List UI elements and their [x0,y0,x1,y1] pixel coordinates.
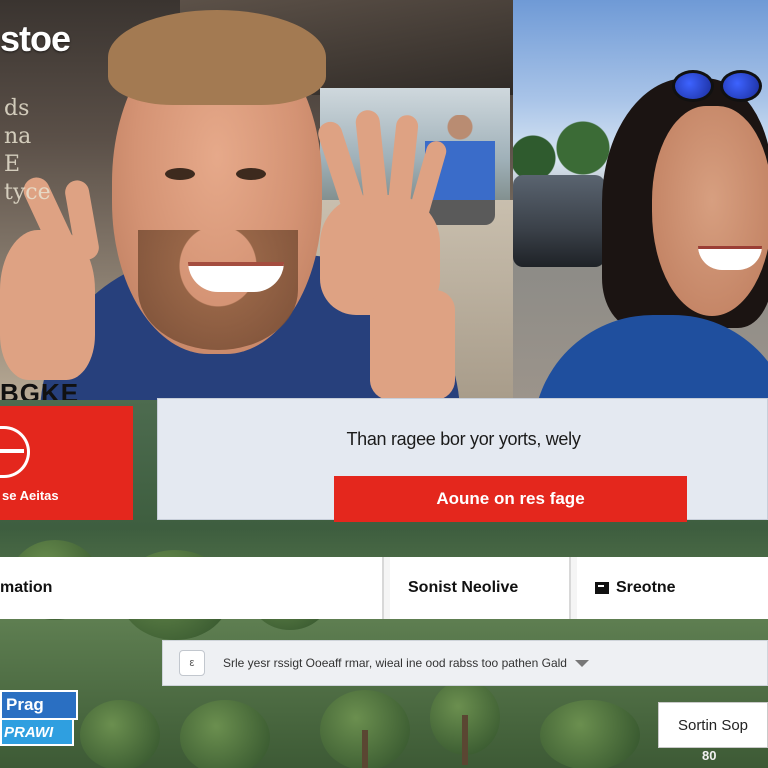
promo-headline: Than ragee bor yor yorts, wely [346,429,581,449]
nav-item-label: Sreotne [616,579,676,596]
caret-down-icon[interactable] [574,659,589,667]
notice-toggle-icon[interactable]: ε [179,650,205,676]
nav-item-label: mation [0,579,53,596]
badge-bottom-label: PRAWI [0,720,74,746]
badge-top-label: Prag [0,690,78,720]
notice-text: Srle yesr rssigt Ooeaff rmar, wieal ine … [223,656,567,670]
swoosh-circle-icon [0,426,30,478]
nav-item-information[interactable]: mation [0,557,384,619]
shop-button[interactable]: Sortin Sop [658,702,768,748]
hero-image: stoe ds na E tyce BGKE [0,0,768,400]
brand-logo[interactable]: stoe [0,18,71,60]
nav-item-store[interactable]: Sreotne [577,557,768,619]
nav-bar: mation Sonist Neolive Sreotne [0,557,768,619]
promo-badge[interactable]: Prag PRAWI [0,690,78,758]
background-sign: ds na E tyce [4,96,51,205]
page-number: 80 [702,748,717,763]
promo-panel: Than ragee bor yor yorts, wely Aoune on … [157,398,768,522]
nav-item-label: Sonist Neolive [408,579,519,596]
parked-truck [513,175,605,267]
tattoo-text: BGKE [0,378,80,400]
nav-item-social[interactable]: Sonist Neolive [390,557,571,619]
cta-button[interactable]: Aoune on res fage [334,476,687,522]
document-icon [595,582,609,594]
sunglasses [668,66,768,108]
photo-man: stoe ds na E tyce BGKE [0,0,513,400]
brand-card-label: se Aeitas [2,488,59,503]
notice-bar: ε Srle yesr rssigt Ooeaff rmar, wieal in… [162,640,768,686]
brand-card[interactable]: se Aeitas [0,406,133,520]
